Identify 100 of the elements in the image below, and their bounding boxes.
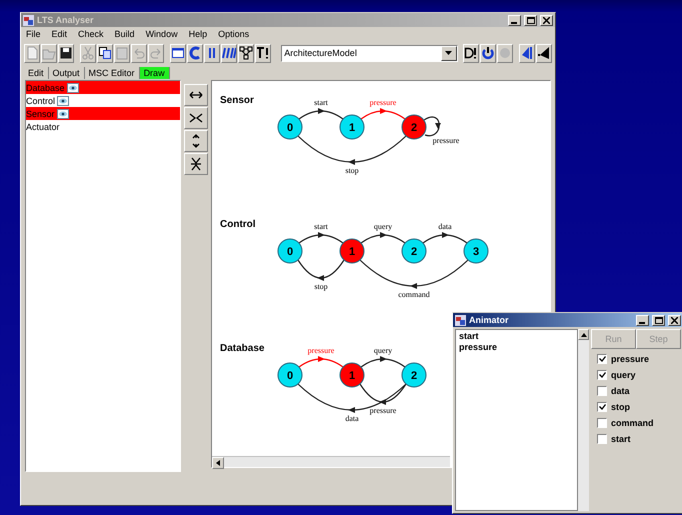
dropdown-arrow-icon xyxy=(445,51,452,55)
state-node: 2 xyxy=(402,238,426,264)
trace-item[interactable]: start xyxy=(459,331,574,342)
save-icon xyxy=(59,46,73,60)
checkbox[interactable] xyxy=(597,354,607,364)
menu-item[interactable]: Check xyxy=(78,29,104,39)
check-mark-icon xyxy=(598,404,606,410)
view-button[interactable] xyxy=(184,84,208,106)
new-file-icon xyxy=(25,46,39,60)
close-icon xyxy=(671,316,678,324)
minimize-button[interactable] xyxy=(636,314,649,326)
target-dropdown[interactable]: ArchitectureModel xyxy=(281,44,458,62)
minimise-icon xyxy=(222,46,236,60)
squash-icon xyxy=(189,157,203,171)
maximize-button[interactable] xyxy=(524,14,537,26)
forward-icon xyxy=(520,46,534,60)
view-button[interactable] xyxy=(184,153,208,175)
machine-name: Sensor xyxy=(220,95,255,106)
narrow-icon xyxy=(189,111,203,125)
tab[interactable]: Edit xyxy=(24,66,49,78)
toolbar-button[interactable] xyxy=(187,44,204,62)
transition-label: data xyxy=(438,222,452,231)
window-icon xyxy=(171,46,186,60)
tab[interactable]: Output xyxy=(48,66,85,78)
action-checkbox[interactable]: pressure xyxy=(597,354,681,364)
transition-label: pressure xyxy=(308,346,334,355)
action-checkbox[interactable]: start xyxy=(597,434,681,444)
state-node: 3 xyxy=(464,238,488,264)
trace-item[interactable]: pressure xyxy=(459,342,574,353)
action-checkbox[interactable]: stop xyxy=(597,402,681,412)
state-node: 1 xyxy=(340,114,364,140)
window-title: Animator xyxy=(469,315,509,325)
toolbar-button[interactable] xyxy=(58,44,74,62)
tab[interactable]: Draw xyxy=(140,66,170,78)
transition-label: command xyxy=(398,290,430,299)
progress-icon xyxy=(480,46,495,60)
process-item[interactable]: Database xyxy=(26,81,180,94)
view-button[interactable] xyxy=(184,107,208,129)
toolbar-button[interactable] xyxy=(462,44,479,62)
maximize-icon xyxy=(654,316,662,324)
checkbox[interactable] xyxy=(597,434,607,444)
checkbox[interactable] xyxy=(597,402,607,412)
transition-label: start xyxy=(314,222,328,231)
state-node: 2 xyxy=(402,362,426,388)
state-node: 0 xyxy=(278,362,302,388)
transition-label: start xyxy=(314,98,328,107)
compile-icon xyxy=(188,46,202,60)
transition-label: pressure xyxy=(432,136,460,145)
check-mark-icon xyxy=(598,372,606,378)
scroll-up-icon xyxy=(580,332,586,336)
close-button[interactable] xyxy=(668,314,681,326)
action-checkbox[interactable]: data xyxy=(597,386,681,396)
process-item[interactable]: Control xyxy=(26,94,180,107)
transition-label: stop xyxy=(345,166,359,175)
toolbar-button[interactable] xyxy=(221,44,238,62)
undo-icon xyxy=(132,46,146,60)
process-item[interactable]: Sensor xyxy=(26,107,180,120)
state-node: 1 xyxy=(340,238,364,264)
machine-name: Database xyxy=(220,343,266,354)
checkbox[interactable] xyxy=(597,418,607,428)
cut-icon xyxy=(81,46,96,60)
toolbar-button[interactable] xyxy=(238,44,254,62)
transition-label: pressure xyxy=(370,406,396,415)
menu-item[interactable]: Help xyxy=(188,29,208,39)
transition-label: stop xyxy=(314,282,328,291)
stop-icon xyxy=(498,46,512,60)
state-node: 2 xyxy=(402,114,426,140)
minimize-button[interactable] xyxy=(508,14,521,26)
menu-item[interactable]: Options xyxy=(218,29,250,39)
transition-label: data xyxy=(345,414,359,423)
view-button[interactable] xyxy=(184,130,208,152)
toolbar-button[interactable] xyxy=(170,44,186,62)
menu-item[interactable]: File xyxy=(26,29,41,39)
transition-label: query xyxy=(374,346,392,355)
horizontal-scrollbar[interactable] xyxy=(212,456,450,467)
menu-item[interactable]: Window xyxy=(146,29,178,39)
checkbox[interactable] xyxy=(597,370,607,380)
transition-label: pressure xyxy=(370,98,396,107)
animator-icon xyxy=(455,314,466,326)
menu-item[interactable]: Build xyxy=(114,29,135,39)
toolbar-button[interactable] xyxy=(97,44,114,62)
app-icon xyxy=(23,14,34,26)
process-item[interactable]: Actuator xyxy=(26,120,180,133)
toolbar-button[interactable] xyxy=(204,44,220,62)
action-checkbox[interactable]: query xyxy=(597,370,681,380)
check-mark-icon xyxy=(598,356,606,362)
paste-icon xyxy=(115,46,130,60)
close-button[interactable] xyxy=(540,14,553,26)
toolbar-button[interactable] xyxy=(255,44,272,62)
menu-item[interactable]: Edit xyxy=(52,29,68,39)
action-checkbox[interactable]: command xyxy=(597,418,681,428)
maximize-button[interactable] xyxy=(652,314,665,326)
toolbar-button[interactable] xyxy=(536,44,552,62)
window-title: LTS Analyser xyxy=(37,15,94,25)
redo-icon xyxy=(149,46,164,60)
checkbox[interactable] xyxy=(597,386,607,396)
toolbar-button[interactable] xyxy=(519,44,536,62)
toolbar-button[interactable] xyxy=(480,44,496,62)
state-node: 0 xyxy=(278,238,302,264)
vertical-scrollbar[interactable] xyxy=(578,329,589,511)
